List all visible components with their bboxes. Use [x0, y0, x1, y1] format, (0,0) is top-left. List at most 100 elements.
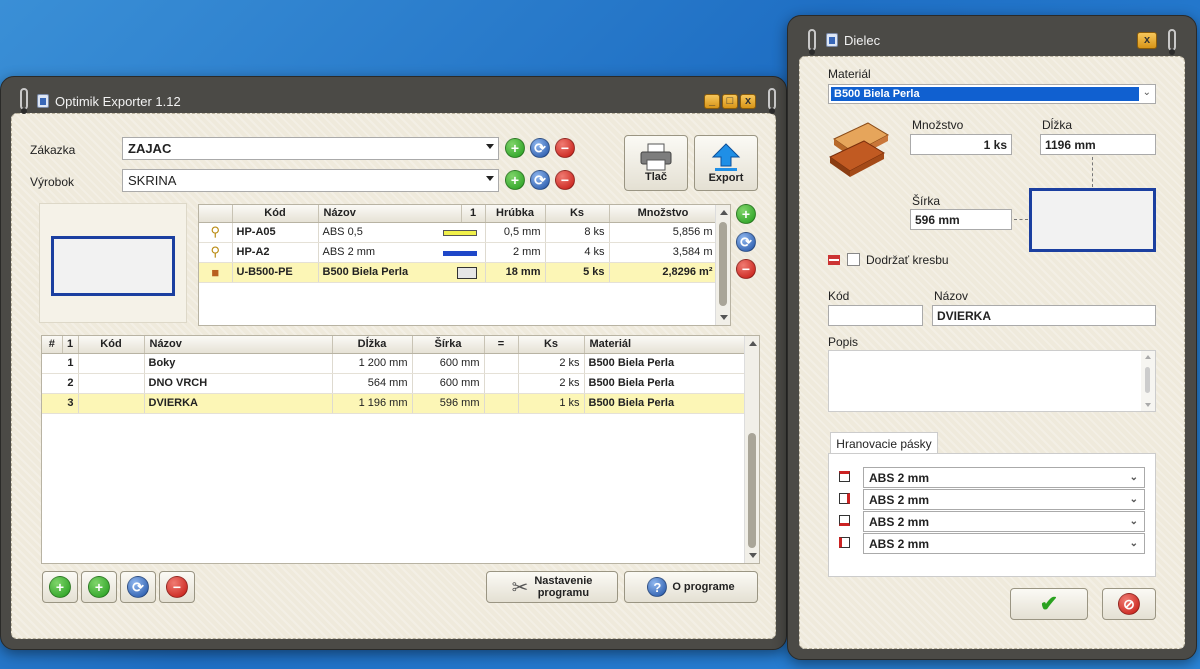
edge-bottom-select[interactable]: ABS 2 mm ⌄	[863, 511, 1145, 532]
maximize-button[interactable]: □	[722, 94, 738, 109]
materials-col-ks[interactable]: Ks	[545, 205, 610, 223]
edges-panel: ABS 2 mm ⌄ ABS 2 mm ⌄ ABS 2 mm ⌄ ABS 2 mm ⌄	[828, 453, 1156, 577]
popis-textarea[interactable]	[828, 350, 1156, 412]
table-row[interactable]: 3 DVIERKA 1 196 mm 596 mm 1 ks B500 Biel…	[42, 393, 746, 414]
edge-top-select[interactable]: ABS 2 mm ⌄	[863, 467, 1145, 488]
cell-nazov-text: ABS 0,5	[322, 226, 363, 238]
parts-col-num[interactable]: #	[42, 336, 63, 354]
dialog-body: Materiál B500 Biela Perla ⌄ Množstvo 1 k…	[799, 29, 1185, 649]
dodrzat-checkbox[interactable]	[847, 253, 860, 266]
delete-part-button[interactable]: −	[159, 571, 195, 603]
parts-col-nazov[interactable]: Názov	[144, 336, 333, 354]
vyrobok-label: Výrobok	[30, 175, 75, 189]
close-button[interactable]: x	[740, 94, 756, 109]
scroll-down-icon[interactable]	[1145, 403, 1151, 407]
edge-left-select[interactable]: ABS 2 mm ⌄	[863, 533, 1145, 554]
nazov-field[interactable]: DVIERKA	[932, 305, 1156, 326]
refresh-part-button[interactable]: ⟳	[120, 571, 156, 603]
edit-product-button[interactable]: ⟳	[530, 170, 550, 190]
scroll-thumb[interactable]	[1145, 367, 1150, 393]
parts-col-material[interactable]: Materiál	[584, 336, 746, 354]
edge-right-select[interactable]: ABS 2 mm ⌄	[863, 489, 1145, 510]
parts-col-ks[interactable]: Ks	[518, 336, 585, 354]
scroll-up-icon[interactable]	[749, 341, 757, 346]
parts-col-sort[interactable]: 1	[62, 336, 79, 354]
table-row[interactable]: 1 Boky 1 200 mm 600 mm 2 ks B500 Biela P…	[42, 353, 746, 374]
dialog-close-button[interactable]: x	[1137, 32, 1157, 49]
add-product-button[interactable]: +	[505, 170, 525, 190]
copy-part-button[interactable]: +	[81, 571, 117, 603]
mnozstvo-value: 1 ks	[983, 137, 1007, 152]
kod-field[interactable]	[828, 305, 923, 326]
plus-star-icon: +	[88, 576, 110, 598]
table-row[interactable]: 2 DNO VRCH 564 mm 600 mm 2 ks B500 Biela…	[42, 373, 746, 394]
edges-tab[interactable]: Hranovacie pásky	[830, 432, 938, 454]
materials-col-sort[interactable]: 1	[461, 205, 486, 223]
add-order-button[interactable]: +	[505, 138, 525, 158]
edit-material-button[interactable]: ⟳	[736, 232, 756, 252]
scroll-thumb[interactable]	[748, 433, 756, 548]
about-button[interactable]: ? O programe	[624, 571, 758, 603]
parts-col-eq[interactable]: =	[484, 336, 519, 354]
zakazka-combo[interactable]: ZAJAC	[122, 137, 499, 160]
dialog-titlebar[interactable]: Dielec	[788, 26, 1196, 54]
cell-ks: 1 ks	[518, 393, 585, 414]
delete-product-button[interactable]: −	[555, 170, 575, 190]
materials-scrollbar[interactable]	[715, 205, 730, 325]
chevron-down-icon	[486, 176, 494, 181]
dlzka-value: 1196 mm	[1045, 137, 1096, 152]
edit-order-button[interactable]: ⟳	[530, 138, 550, 158]
scroll-down-icon[interactable]	[749, 553, 757, 558]
cancel-icon: ⊘	[1118, 593, 1140, 615]
grain-icon	[828, 255, 840, 265]
add-material-button[interactable]: +	[736, 204, 756, 224]
sirka-field[interactable]: 596 mm	[910, 209, 1012, 230]
scroll-up-icon[interactable]	[1145, 355, 1151, 359]
zakazka-label: Zákazka	[30, 143, 76, 157]
table-row[interactable]: ■ U-B500-PE B500 Biela Perla 18 mm 5 ks …	[199, 262, 718, 283]
cell-hrubka: 0,5 mm	[485, 222, 546, 243]
cancel-button[interactable]: ⊘	[1102, 588, 1156, 620]
materials-col-hrubka[interactable]: Hrúbka	[485, 205, 546, 223]
help-icon: ?	[647, 577, 668, 597]
parts-header-row: # 1 Kód Názov Dĺžka Šírka = Ks Materiál	[42, 336, 746, 354]
main-titlebar[interactable]: Optimik Exporter 1.12	[1, 87, 786, 115]
table-row[interactable]: ⚲ HP-A2 ABS 2 mm 2 mm 4 ks 3,584 m	[199, 242, 718, 263]
scroll-up-icon[interactable]	[720, 210, 728, 215]
parts-col-dlzka[interactable]: Dĺžka	[332, 336, 413, 354]
arrow-up-icon	[711, 143, 741, 171]
parts-scrollbar[interactable]	[744, 336, 759, 563]
scroll-thumb[interactable]	[719, 222, 727, 306]
parts-col-sirka[interactable]: Šírka	[412, 336, 485, 354]
chevron-down-icon: ⌄	[1129, 516, 1138, 527]
materials-col-mnozstvo[interactable]: Množstvo	[609, 205, 718, 223]
popis-scrollbar[interactable]	[1141, 351, 1155, 411]
sirka-value: 596 mm	[915, 212, 960, 227]
dlzka-field[interactable]: 1196 mm	[1040, 134, 1156, 155]
materials-col-kod[interactable]: Kód	[232, 205, 319, 223]
material-select[interactable]: B500 Biela Perla ⌄	[828, 84, 1156, 104]
cell-dlzka: 1 196 mm	[332, 393, 413, 414]
vyrobok-combo[interactable]: SKRINA	[122, 169, 499, 192]
chevron-down-icon: ⌄	[1142, 87, 1151, 98]
add-part-button[interactable]: +	[42, 571, 78, 603]
parts-col-kod[interactable]: Kód	[78, 336, 145, 354]
cell-kod: HP-A2	[232, 242, 319, 263]
cell-ks: 2 ks	[518, 353, 585, 374]
print-button[interactable]: Tlač	[624, 135, 688, 191]
delete-material-button[interactable]: −	[736, 259, 756, 279]
edges-tab-label: Hranovacie pásky	[836, 436, 932, 451]
export-label: Export	[708, 172, 744, 184]
dimension-line-vertical	[1092, 157, 1093, 187]
settings-button[interactable]: ✂ Nastavenie programu	[486, 571, 618, 603]
export-button[interactable]: Export	[694, 135, 758, 191]
materials-col-nazov[interactable]: Názov	[318, 205, 462, 223]
refresh-icon: ⟳	[127, 576, 149, 598]
minimize-button[interactable]: _	[704, 94, 720, 109]
table-row[interactable]: ⚲ HP-A05 ABS 0,5 0,5 mm 8 ks 5,856 m	[199, 222, 718, 243]
delete-order-button[interactable]: −	[555, 138, 575, 158]
scroll-down-icon[interactable]	[720, 315, 728, 320]
ok-button[interactable]: ✔	[1010, 588, 1088, 620]
cell-nazov: DNO VRCH	[144, 373, 333, 394]
mnozstvo-field[interactable]: 1 ks	[910, 134, 1012, 155]
